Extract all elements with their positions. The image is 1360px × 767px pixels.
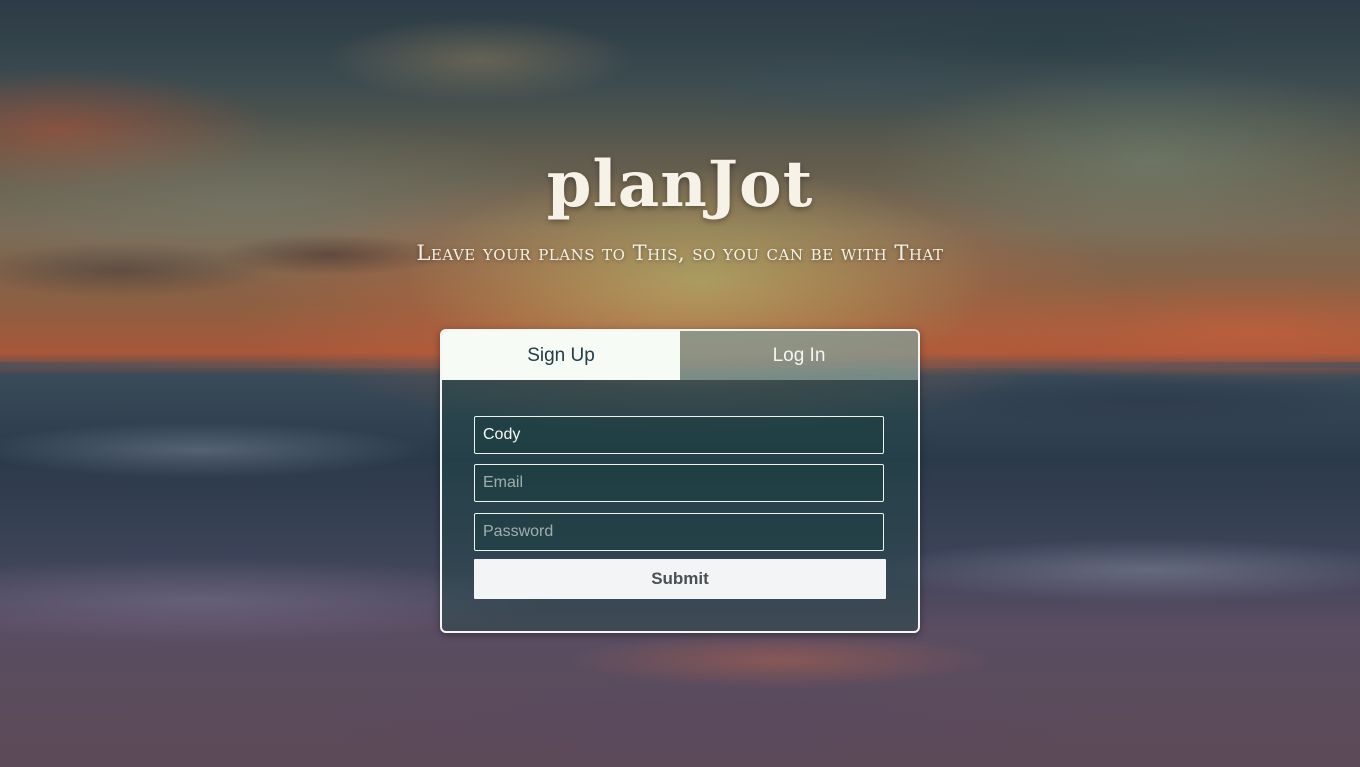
email-input[interactable] xyxy=(474,464,884,502)
app-title: planJot xyxy=(546,147,814,222)
auth-card: Sign Up Log In Submit xyxy=(440,329,920,633)
password-input[interactable] xyxy=(474,513,884,551)
submit-button[interactable]: Submit xyxy=(474,559,886,599)
auth-tabs: Sign Up Log In xyxy=(442,331,918,380)
tab-log-in[interactable]: Log In xyxy=(680,331,918,380)
tab-sign-up[interactable]: Sign Up xyxy=(442,331,680,380)
name-input[interactable] xyxy=(474,416,884,454)
app-tagline: Leave your plans to This, so you can be … xyxy=(416,241,944,265)
